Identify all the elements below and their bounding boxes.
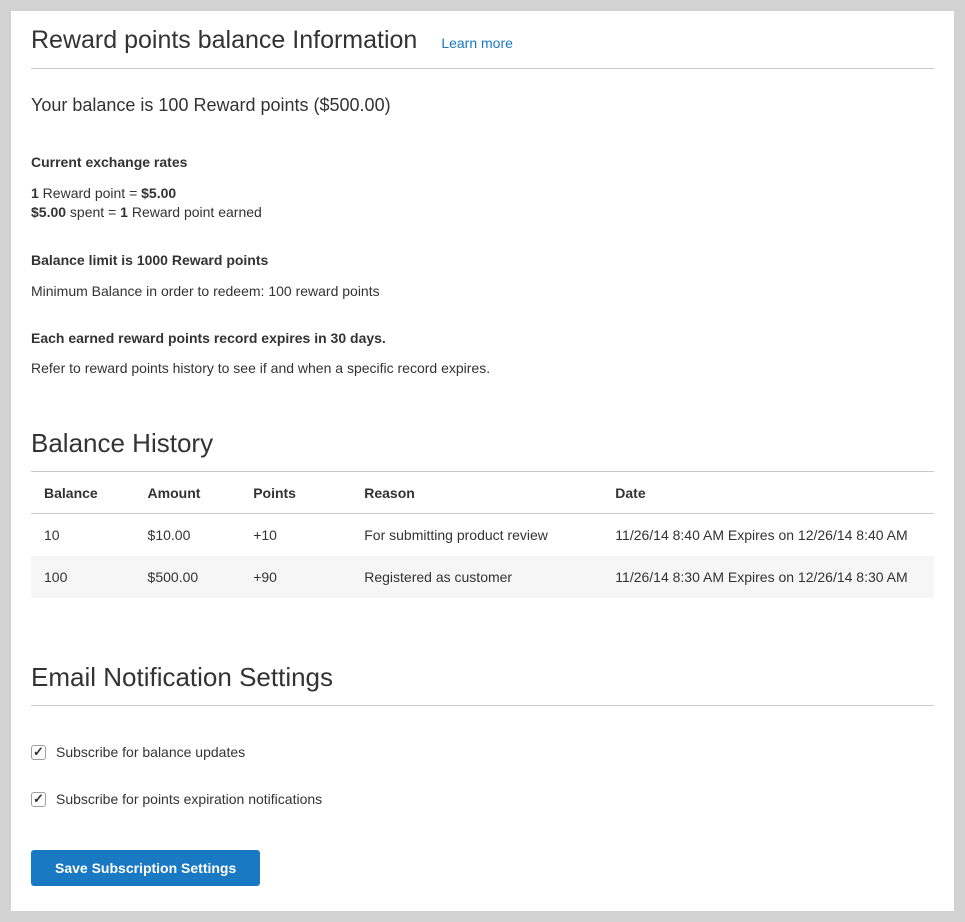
column-header-reason: Reason xyxy=(354,472,605,514)
balance-limit-text: Balance limit is 1000 Reward points xyxy=(31,252,934,268)
exchange-rates-lines: 1 Reward point = $5.00 $5.00 spent = 1 R… xyxy=(31,184,934,222)
cell-balance: 100 xyxy=(31,556,138,598)
column-header-balance: Balance xyxy=(31,472,138,514)
exchange-rate-line-1: 1 Reward point = $5.00 xyxy=(31,184,934,203)
subscribe-expiration-label[interactable]: Subscribe for points expiration notifica… xyxy=(56,791,322,807)
column-header-points: Points xyxy=(243,472,354,514)
cell-balance: 10 xyxy=(31,514,138,557)
table-row: 100 $500.00 +90 Registered as customer 1… xyxy=(31,556,934,598)
email-notification-heading-row: Email Notification Settings xyxy=(31,662,934,706)
cell-points: +10 xyxy=(243,514,354,557)
expiry-text: Each earned reward points record expires… xyxy=(31,330,934,346)
expiry-note-text: Refer to reward points history to see if… xyxy=(31,360,934,376)
rate2-tail: Reward point earned xyxy=(128,204,262,220)
table-row: 10 $10.00 +10 For submitting product rev… xyxy=(31,514,934,557)
column-header-date: Date xyxy=(605,472,934,514)
save-subscription-settings-button[interactable]: Save Subscription Settings xyxy=(31,850,260,886)
learn-more-link[interactable]: Learn more xyxy=(441,35,513,51)
rate2-points: 1 xyxy=(120,204,128,220)
cell-date: 11/26/14 8:40 AM Expires on 12/26/14 8:4… xyxy=(605,514,934,557)
rate2-money: $5.00 xyxy=(31,204,66,220)
balance-history-table: Balance Amount Points Reason Date 10 $10… xyxy=(31,472,934,598)
rate2-text: spent = xyxy=(66,204,120,220)
rate1-points: 1 xyxy=(31,185,39,201)
rate1-money: $5.00 xyxy=(141,185,176,201)
balance-history-heading-row: Balance History xyxy=(31,428,934,472)
subscribe-expiration-row: Subscribe for points expiration notifica… xyxy=(31,791,934,807)
email-notification-title: Email Notification Settings xyxy=(31,662,934,693)
cell-amount: $500.00 xyxy=(138,556,244,598)
cell-amount: $10.00 xyxy=(138,514,244,557)
rate1-text: Reward point = xyxy=(39,185,141,201)
reward-info-card: Reward points balance Information Learn … xyxy=(11,11,954,911)
balance-history-title: Balance History xyxy=(31,428,934,459)
table-header-row: Balance Amount Points Reason Date xyxy=(31,472,934,514)
exchange-rate-line-2: $5.00 spent = 1 Reward point earned xyxy=(31,203,934,222)
min-balance-text: Minimum Balance in order to redeem: 100 … xyxy=(31,283,934,299)
subscribe-balance-updates-label[interactable]: Subscribe for balance updates xyxy=(56,744,245,760)
page-title-row: Reward points balance Information Learn … xyxy=(31,26,934,69)
cell-reason: For submitting product review xyxy=(354,514,605,557)
cell-points: +90 xyxy=(243,556,354,598)
cell-reason: Registered as customer xyxy=(354,556,605,598)
subscribe-balance-updates-row: Subscribe for balance updates xyxy=(31,744,934,760)
balance-history-section: Balance History Balance Amount Points Re… xyxy=(31,428,934,598)
exchange-rates-heading: Current exchange rates xyxy=(31,154,934,170)
balance-summary: Your balance is 100 Reward points ($500.… xyxy=(31,95,934,116)
cell-date: 11/26/14 8:30 AM Expires on 12/26/14 8:3… xyxy=(605,556,934,598)
email-notification-section: Email Notification Settings Subscribe fo… xyxy=(31,662,934,886)
column-header-amount: Amount xyxy=(138,472,244,514)
page-title: Reward points balance Information xyxy=(31,26,417,55)
subscribe-expiration-checkbox[interactable] xyxy=(31,792,46,807)
subscribe-balance-updates-checkbox[interactable] xyxy=(31,745,46,760)
